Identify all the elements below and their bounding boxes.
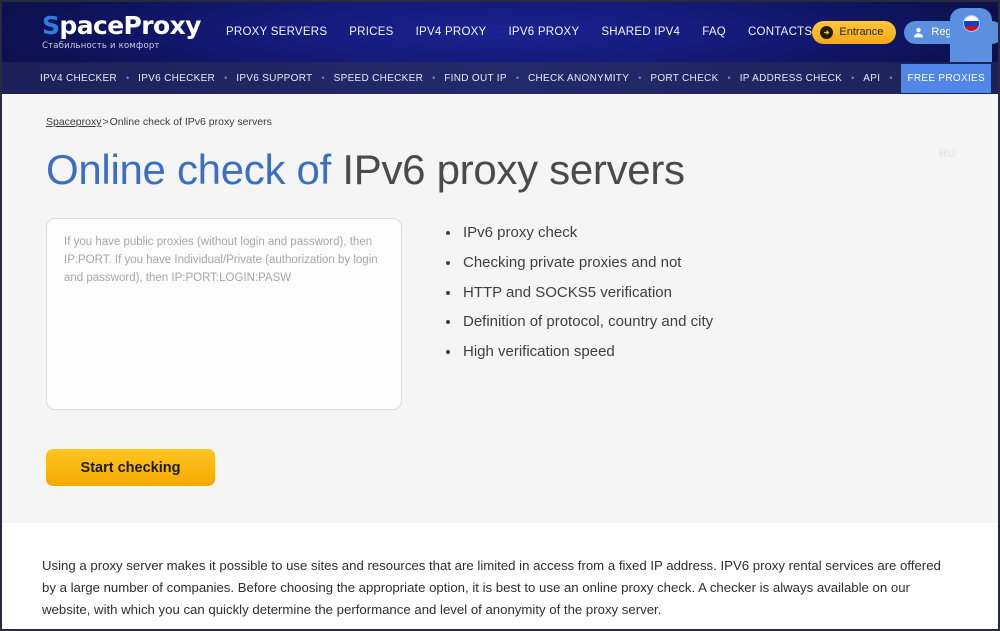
features-list-block: IPv6 proxy check Checking private proxie… bbox=[444, 218, 713, 486]
proxy-list-input[interactable] bbox=[46, 218, 402, 411]
person-icon bbox=[912, 26, 925, 39]
breadcrumb-current: Online check of IPv6 proxy servers bbox=[109, 116, 272, 128]
ru-flag-icon bbox=[962, 15, 980, 32]
nav-item-proxy-servers[interactable]: PROXY SERVERS bbox=[226, 26, 327, 38]
subnav-separator: • bbox=[125, 73, 130, 83]
subnav-item-ip-address-check[interactable]: IP ADDRESS CHECK bbox=[740, 73, 842, 84]
nav-item-shared-ipv4[interactable]: SHARED IPV4 bbox=[601, 26, 680, 38]
subnav-item-free-proxies[interactable]: FREE PROXIES bbox=[901, 63, 991, 93]
start-checking-button[interactable]: Start checking bbox=[46, 449, 215, 487]
page-title: Online check of IPv6 proxy servers bbox=[46, 146, 958, 193]
entrance-label: Entrance bbox=[839, 26, 884, 38]
logo-wordmark: SpaceProxy bbox=[42, 13, 202, 38]
list-item: High verification speed bbox=[444, 343, 713, 362]
subnav-separator: • bbox=[432, 73, 436, 83]
site-header: SpaceProxy Стабильность и комфорт PROXY … bbox=[2, 2, 998, 90]
subnav-separator: • bbox=[638, 73, 642, 83]
subnav-separator: • bbox=[321, 73, 325, 83]
logo-tagline: Стабильность и комфорт bbox=[42, 41, 160, 51]
site-logo[interactable]: SpaceProxy Стабильность и комфорт bbox=[42, 13, 202, 51]
nav-item-prices[interactable]: PRICES bbox=[349, 26, 393, 38]
tools-navigation: IPV4 CHECKER • IPV6 CHECKER • IPV6 SUPPO… bbox=[40, 63, 998, 93]
subnav-item-find-out-ip[interactable]: FIND OUT IP bbox=[444, 73, 507, 84]
nav-item-ipv4-proxy[interactable]: IPV4 PROXY bbox=[416, 26, 487, 38]
hero-section: Spaceproxy>Online check of IPv6 proxy se… bbox=[2, 94, 998, 523]
page-title-accent: Online check of bbox=[46, 146, 331, 193]
article-paragraph: Using a proxy server makes it possible t… bbox=[42, 558, 941, 617]
subnav-separator: • bbox=[727, 73, 731, 83]
hero-body: Start checking IPv6 proxy check Checking… bbox=[46, 218, 958, 487]
subnav-item-ipv6-checker[interactable]: IPV6 CHECKER bbox=[138, 73, 215, 84]
list-item: Definition of protocol, country and city bbox=[444, 313, 713, 332]
nav-item-ipv6-proxy[interactable]: IPV6 PROXY bbox=[508, 26, 579, 38]
proxy-check-form: Start checking bbox=[46, 218, 402, 487]
primary-navigation: PROXY SERVERS PRICES IPV4 PROXY IPV6 PRO… bbox=[226, 26, 812, 38]
entrance-button[interactable]: Entrance bbox=[812, 20, 897, 44]
list-item: Checking private proxies and not bbox=[444, 254, 713, 273]
breadcrumb-root-link[interactable]: Spaceproxy bbox=[46, 116, 101, 128]
logo-initial: S bbox=[42, 11, 60, 40]
list-item: IPv6 proxy check bbox=[444, 224, 713, 243]
subnav-separator: • bbox=[224, 73, 228, 83]
subnav-separator: • bbox=[851, 73, 855, 83]
subnav-item-port-check[interactable]: PORT CHECK bbox=[650, 73, 718, 84]
subnav-item-speed-checker[interactable]: SPEED CHECKER bbox=[334, 73, 423, 84]
nav-item-faq[interactable]: FAQ bbox=[702, 26, 726, 38]
subnav-separator: • bbox=[889, 73, 893, 83]
subnav-item-ipv6-support[interactable]: IPV6 SUPPORT bbox=[236, 73, 312, 84]
features-list: IPv6 proxy check Checking private proxie… bbox=[444, 224, 713, 362]
breadcrumb-separator: > bbox=[102, 116, 109, 128]
subnav-item-api[interactable]: API bbox=[863, 73, 880, 84]
login-arrow-icon bbox=[820, 25, 834, 39]
language-code-label[interactable]: RU bbox=[939, 148, 956, 160]
browser-page: SpaceProxy Стабильность и комфорт PROXY … bbox=[0, 0, 1000, 631]
subnav-separator: • bbox=[515, 73, 519, 83]
page-title-rest: IPv6 proxy servers bbox=[331, 146, 685, 193]
subnav-item-ipv4-checker[interactable]: IPV4 CHECKER bbox=[40, 73, 117, 84]
list-item: HTTP and SOCKS5 verification bbox=[444, 284, 713, 303]
nav-item-contacts[interactable]: CONTACTS bbox=[748, 26, 812, 38]
breadcrumb: Spaceproxy>Online check of IPv6 proxy se… bbox=[46, 116, 958, 128]
secondary-navigation-bar: IPV4 CHECKER • IPV6 CHECKER • IPV6 SUPPO… bbox=[2, 62, 998, 94]
article-section: Using a proxy server makes it possible t… bbox=[2, 523, 998, 621]
logo-name: paceProxy bbox=[59, 11, 201, 40]
subnav-item-check-anonymity[interactable]: CHECK ANONYMITY bbox=[528, 73, 629, 84]
